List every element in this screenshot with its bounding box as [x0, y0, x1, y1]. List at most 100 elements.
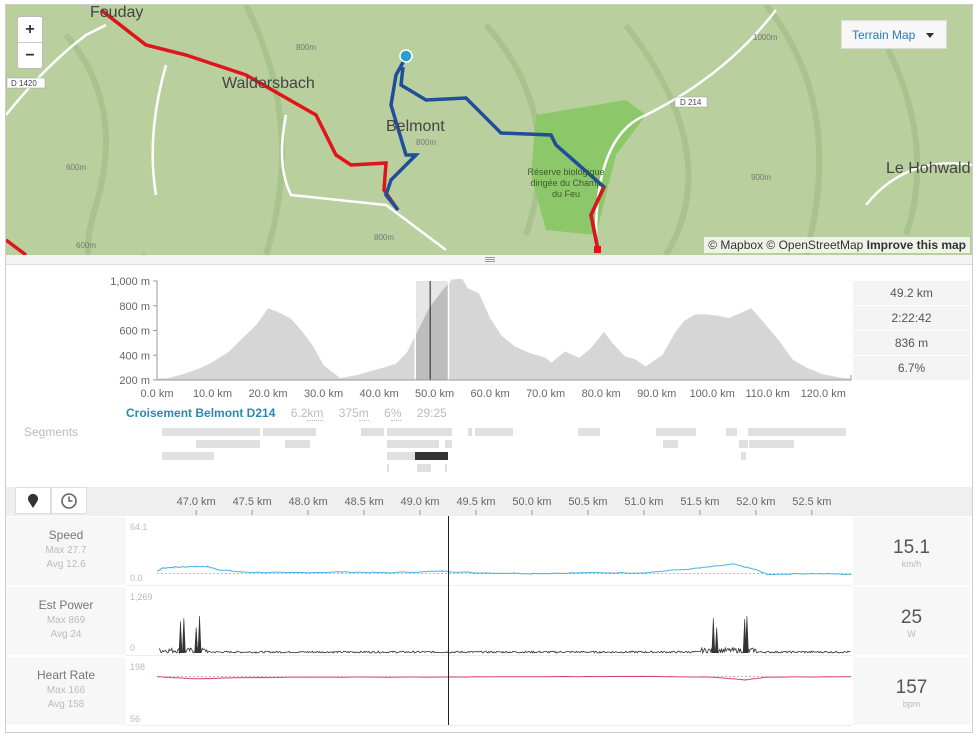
- svg-text:600m: 600m: [76, 241, 96, 250]
- stream-title: Speed: [48, 528, 84, 542]
- x-tick-label: 80.0 km: [582, 388, 621, 400]
- segment-bar[interactable]: [162, 428, 260, 436]
- segment-bar[interactable]: [475, 428, 513, 436]
- power-spike: [711, 618, 716, 654]
- svg-text:du Feu: du Feu: [552, 189, 580, 199]
- x-tick-label: 50.0 km: [415, 388, 454, 400]
- segment-bar[interactable]: [263, 428, 316, 436]
- stream-chart[interactable]: 198 56: [126, 657, 853, 726]
- segment-bar[interactable]: [656, 428, 696, 436]
- map-resize-handle[interactable]: [6, 255, 972, 265]
- segment-bar[interactable]: [196, 440, 260, 448]
- distance-tick-label: 50.5 km: [568, 496, 607, 508]
- x-tick-label: 10.0 km: [193, 388, 232, 400]
- segment-grade: 6: [384, 406, 391, 420]
- distance-tick-label: 48.5 km: [345, 496, 384, 508]
- caret-down-icon: [926, 33, 934, 38]
- segment-time: 29:25: [416, 406, 447, 420]
- distance-tick-label: 48.0 km: [289, 496, 328, 508]
- power-spike: [745, 616, 749, 654]
- x-tick-label: 20.0 km: [248, 388, 287, 400]
- x-tick-label: 40.0 km: [360, 388, 399, 400]
- segment-bar[interactable]: [741, 452, 746, 460]
- segment-bar[interactable]: [578, 428, 600, 436]
- x-tick-label: 110.0 km: [746, 388, 790, 400]
- segment-bar[interactable]: [361, 428, 384, 436]
- current-unit: km/h: [901, 559, 922, 569]
- distance-axis: 47.0 km 47.5 km 48.0 km 48.5 km 49.0 km 49.5 …: [177, 496, 831, 515]
- selected-segment-info: Croisement Belmont D214 6.2km 375m 6% 29…: [126, 406, 447, 421]
- segment-bar[interactable]: [748, 428, 846, 436]
- stream-toolbar: 47.0 km 47.5 km 48.0 km 48.5 km 49.0 km 49.5 …: [6, 487, 972, 516]
- map-layer-dropdown[interactable]: Terrain Map: [841, 20, 947, 49]
- stream-title: Heart Rate: [36, 668, 96, 682]
- stream-chart[interactable]: 1,269 0: [126, 587, 853, 656]
- segment-bar[interactable]: [285, 440, 310, 448]
- distance-tick-label: 47.0 km: [177, 496, 216, 508]
- segment-bar[interactable]: [387, 428, 452, 436]
- stream-axis-min: 56: [130, 714, 140, 724]
- current-value: 15.1: [893, 537, 930, 558]
- stat-distance: 49.2 km: [853, 281, 970, 305]
- segment-name-link[interactable]: Croisement Belmont D214: [126, 406, 275, 420]
- segment-bar[interactable]: [445, 440, 452, 448]
- segment-bar[interactable]: [387, 440, 439, 448]
- stat-grade: 6.7%: [853, 356, 970, 380]
- distance-tick-label: 51.0 km: [624, 496, 663, 508]
- stream-label: Speed Max 27.7 Avg 12.6: [6, 517, 126, 585]
- stream-line: [156, 563, 852, 576]
- segment-bar[interactable]: [445, 464, 447, 472]
- svg-text:1000m: 1000m: [753, 33, 778, 42]
- segment-bar[interactable]: [468, 428, 472, 436]
- svg-text:D 1420: D 1420: [11, 79, 37, 88]
- zoom-out-button[interactable]: −: [18, 43, 42, 69]
- svg-text:Belmont: Belmont: [386, 118, 445, 135]
- stream-axis-min: 0: [130, 643, 135, 653]
- distance-tick-label: 49.5 km: [456, 496, 495, 508]
- segment-grade-unit: %: [390, 406, 402, 421]
- segment-bar[interactable]: [387, 464, 389, 472]
- segment-bar[interactable]: [162, 452, 214, 460]
- current-value: 157: [895, 677, 928, 698]
- power-spike: [182, 618, 186, 654]
- stream-est-power: Est Power Max 869 Avg 24 25 W 1,269 0: [6, 587, 972, 656]
- y-tick-label: 200 m: [119, 375, 150, 387]
- stream-current-value: 15.1 km/h: [853, 517, 970, 585]
- improve-map-link[interactable]: Improve this map: [867, 238, 966, 252]
- segment-bar[interactable]: [749, 440, 794, 448]
- power-spike: [178, 621, 183, 654]
- distance-tick-label: 52.0 km: [736, 496, 775, 508]
- x-tick-label: 120.0 km: [801, 388, 846, 400]
- y-tick-label: 800 m: [119, 301, 150, 313]
- x-tick-label: 60.0 km: [471, 388, 510, 400]
- activity-route: [6, 8, 400, 255]
- cursor-line[interactable]: [448, 516, 450, 725]
- segment-bar[interactable]: [387, 452, 415, 460]
- x-tick-label: 70.0 km: [526, 388, 565, 400]
- segment-bar[interactable]: [417, 464, 431, 472]
- segment-bar[interactable]: [726, 428, 737, 436]
- power-spike: [197, 616, 202, 654]
- stream-chart[interactable]: 64.1 0.0: [126, 517, 853, 586]
- segment-bar[interactable]: [663, 440, 678, 448]
- stream-label: Est Power Max 869 Avg 24: [6, 587, 126, 655]
- zoom-in-button[interactable]: +: [18, 17, 42, 43]
- map-canvas: Fouday Waldersbach Belmont Le Hohwald Ré…: [6, 5, 972, 255]
- zoom-control: + −: [17, 16, 43, 69]
- stream-current-value: 25 W: [853, 587, 970, 655]
- segment-distance: 6.2: [290, 406, 308, 420]
- stream-speed: Speed Max 27.7 Avg 12.6 15.1 km/h 64.1 0.0: [6, 517, 972, 586]
- stream-avg: Avg 158: [47, 699, 85, 710]
- stream-avg: Avg 24: [50, 629, 82, 640]
- segment-bar[interactable]: [739, 440, 748, 448]
- stream-title: Est Power: [38, 598, 94, 612]
- route-map[interactable]: Fouday Waldersbach Belmont Le Hohwald Ré…: [6, 5, 972, 255]
- y-tick-label: 600 m: [119, 326, 150, 338]
- current-unit: bpm: [902, 699, 921, 709]
- stream-max: Max 166: [46, 685, 86, 696]
- selected-segment-bar[interactable]: [415, 452, 448, 460]
- stat-time: 2:22:42: [853, 306, 970, 330]
- segment-bars: [162, 428, 846, 472]
- distance-tick-label: 50.0 km: [512, 496, 551, 508]
- stream-current-value: 157 bpm: [853, 657, 970, 725]
